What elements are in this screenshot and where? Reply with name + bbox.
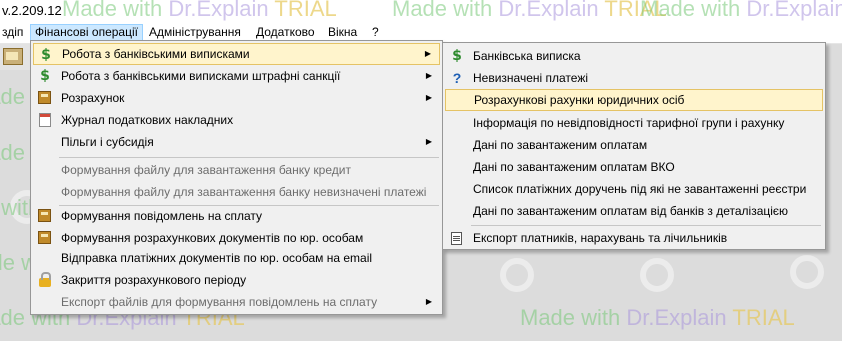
background-avatar-shape	[640, 258, 674, 292]
background-avatar-shape	[500, 258, 534, 292]
menu-item-calculation[interactable]: Розрахунок ▶	[33, 87, 440, 109]
menu-extra[interactable]: Додатково	[252, 24, 319, 41]
submenu-item-bank-statement[interactable]: $ Банківська виписка	[445, 45, 823, 67]
watermark: Made with Dr.Explain TRIAL	[392, 0, 667, 21]
submenu-arrow-icon: ▶	[425, 137, 432, 146]
submenu-arrow-icon: ▶	[425, 297, 432, 306]
calculator-icon	[37, 90, 53, 106]
journal-icon	[37, 112, 53, 128]
submenu-item-loaded-payments-vko[interactable]: Дані по завантаженим оплатам ВКО	[445, 156, 823, 178]
menu-item-benefits-subsidy[interactable]: Пільги і субсидія ▶	[33, 131, 440, 153]
menu-windows[interactable]: Вікна	[324, 24, 361, 41]
menu-help[interactable]: ?	[368, 24, 383, 41]
window-title-bar: v.2.209.12 Made with Dr.Explain TRIAL Ma…	[0, 0, 842, 22]
menu-item-bank-credit-file: Формування файлу для завантаження банку …	[61, 163, 351, 177]
menu-item-bank-statements[interactable]: $ Робота з банківськими виписками ▶	[33, 43, 440, 65]
menu-item-bank-undefined-payments-file: Формування файлу для завантаження банку …	[61, 185, 427, 199]
submenu-item-tariff-mismatch-info[interactable]: Інформація по невідповідності тарифної г…	[445, 112, 823, 134]
submenu-item-unloaded-registries[interactable]: Список платіжних доручень під які не зав…	[445, 178, 823, 200]
menu-item-payment-notices[interactable]: Формування повідомлень на сплату	[33, 205, 440, 227]
finance-menu: $ Робота з банківськими виписками ▶ $ Ро…	[30, 40, 443, 315]
menu-separator	[59, 157, 439, 158]
dollar-icon: $	[41, 47, 51, 63]
watermark: Made with Dr.Explain	[640, 0, 842, 21]
question-icon: ?	[452, 70, 462, 86]
submenu-item-export-payers[interactable]: Експорт платників, нарахувань та лічильн…	[445, 227, 823, 249]
menu-separator	[471, 225, 821, 226]
bank-statements-submenu: $ Банківська виписка ? Невизначені плате…	[442, 42, 826, 250]
menu-item-legal-settlement-docs[interactable]: Формування розрахункових документів по ю…	[33, 227, 440, 249]
menu-item-bank-statements-penalties[interactable]: $ Робота з банківськими виписками штрафн…	[33, 65, 440, 87]
lock-icon	[37, 272, 53, 288]
menu-administration[interactable]: Адміністрування	[145, 24, 245, 41]
submenu-item-legal-entity-accounts[interactable]: Розрахункові рахунки юридичних осіб	[445, 89, 823, 111]
background-avatar-shape	[790, 255, 824, 289]
menu-item-close-period[interactable]: Закриття розрахункового періоду	[33, 269, 440, 291]
submenu-item-undefined-payments[interactable]: ? Невизначені платежі	[445, 67, 823, 89]
window-title: v.2.209.12	[2, 3, 62, 18]
toolbar-calculator-button[interactable]	[3, 48, 23, 65]
calculator-icon	[37, 208, 53, 224]
submenu-item-loaded-payments[interactable]: Дані по завантаженим оплатам	[445, 134, 823, 156]
watermark: Made with Dr.Explain TRIAL	[62, 0, 337, 21]
calculator-icon	[37, 230, 53, 246]
menu-item-tax-invoice-journal[interactable]: Журнал податкових накладних	[33, 109, 440, 131]
menu-item-export-notice-files: Експорт файлів для формування повідомлен…	[33, 291, 440, 313]
dollar-icon: $	[452, 48, 462, 64]
menu-modules[interactable]: здіп	[0, 24, 27, 41]
submenu-item-loaded-payments-detailed[interactable]: Дані по завантаженим оплатам від банків …	[445, 200, 823, 222]
toolbar	[0, 44, 30, 70]
menu-finance[interactable]: Фінансові операції	[30, 24, 143, 41]
watermark: Made with Dr.Explain TRIAL	[520, 305, 795, 330]
submenu-arrow-icon: ▶	[425, 93, 432, 102]
dollar-icon: $	[40, 68, 50, 84]
export-icon	[449, 230, 465, 246]
submenu-arrow-icon: ▶	[424, 49, 431, 58]
menu-item-send-payment-docs-email[interactable]: Відправка платіжних документів по юр. ос…	[33, 247, 440, 269]
submenu-arrow-icon: ▶	[425, 71, 432, 80]
